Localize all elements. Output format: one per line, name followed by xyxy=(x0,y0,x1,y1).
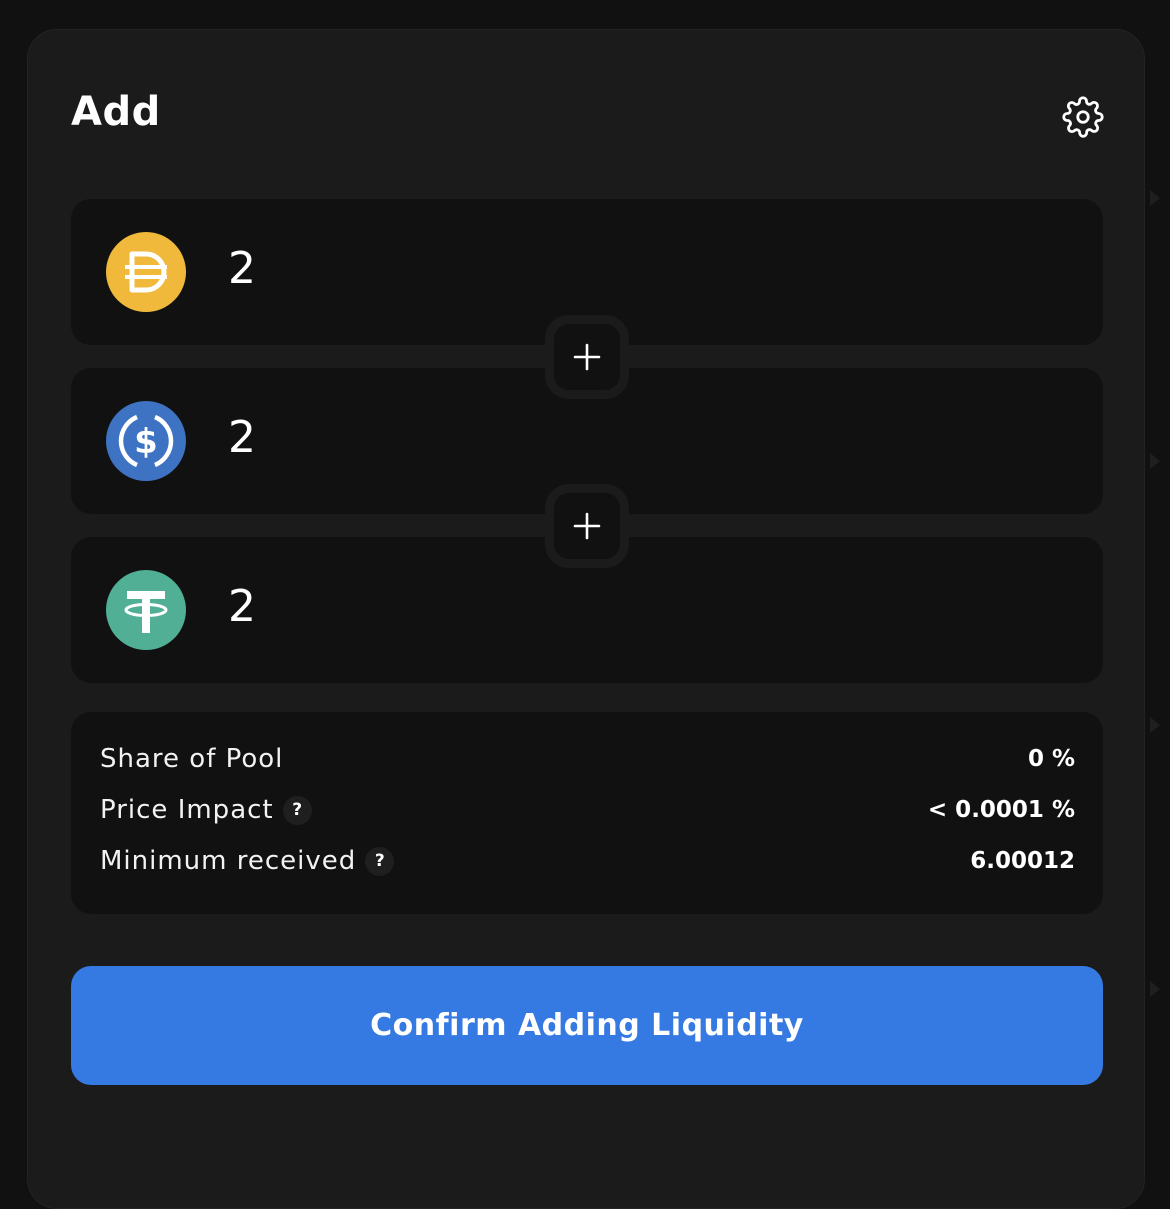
minimum-received-label: Minimum received xyxy=(100,846,357,876)
page-title: Add xyxy=(71,89,161,135)
token-amount-usdc[interactable]: 2 xyxy=(228,410,1028,466)
share-of-pool-label: Share of Pool xyxy=(100,744,284,774)
price-impact-row: Price Impact ? < 0.0001 % xyxy=(100,792,1075,828)
help-icon[interactable]: ? xyxy=(282,795,312,825)
liquidity-details-panel: Share of Pool 0 % Price Impact ? < 0.000… xyxy=(71,712,1103,914)
usdc-token-icon: $ xyxy=(106,401,186,481)
usdt-token-icon xyxy=(106,570,186,650)
dai-token-icon xyxy=(106,232,186,312)
minimum-received-row: Minimum received ? 6.00012 xyxy=(100,843,1075,879)
plus-icon xyxy=(545,484,629,568)
edge-decoration xyxy=(1150,981,1160,997)
svg-text:$: $ xyxy=(134,422,158,462)
minimum-received-value: 6.00012 xyxy=(970,848,1075,874)
edge-decoration xyxy=(1150,717,1160,733)
price-impact-value: < 0.0001 % xyxy=(927,797,1075,823)
share-of-pool-row: Share of Pool 0 % xyxy=(100,741,1075,777)
plus-icon xyxy=(545,315,629,399)
help-icon[interactable]: ? xyxy=(365,846,395,876)
confirm-adding-liquidity-button[interactable]: Confirm Adding Liquidity xyxy=(71,966,1103,1085)
edge-decoration xyxy=(1150,190,1160,206)
edge-decoration xyxy=(1150,453,1160,469)
price-impact-label: Price Impact xyxy=(100,795,274,825)
token-amount-usdt[interactable]: 2 xyxy=(228,579,1028,635)
share-of-pool-value: 0 % xyxy=(1027,746,1075,772)
add-liquidity-card: Add 2 $ 2 2 Share of Pool 0 % Price Impa… xyxy=(27,29,1145,1209)
token-amount-dai[interactable]: 2 xyxy=(228,241,1028,297)
gear-icon[interactable] xyxy=(1062,96,1104,138)
